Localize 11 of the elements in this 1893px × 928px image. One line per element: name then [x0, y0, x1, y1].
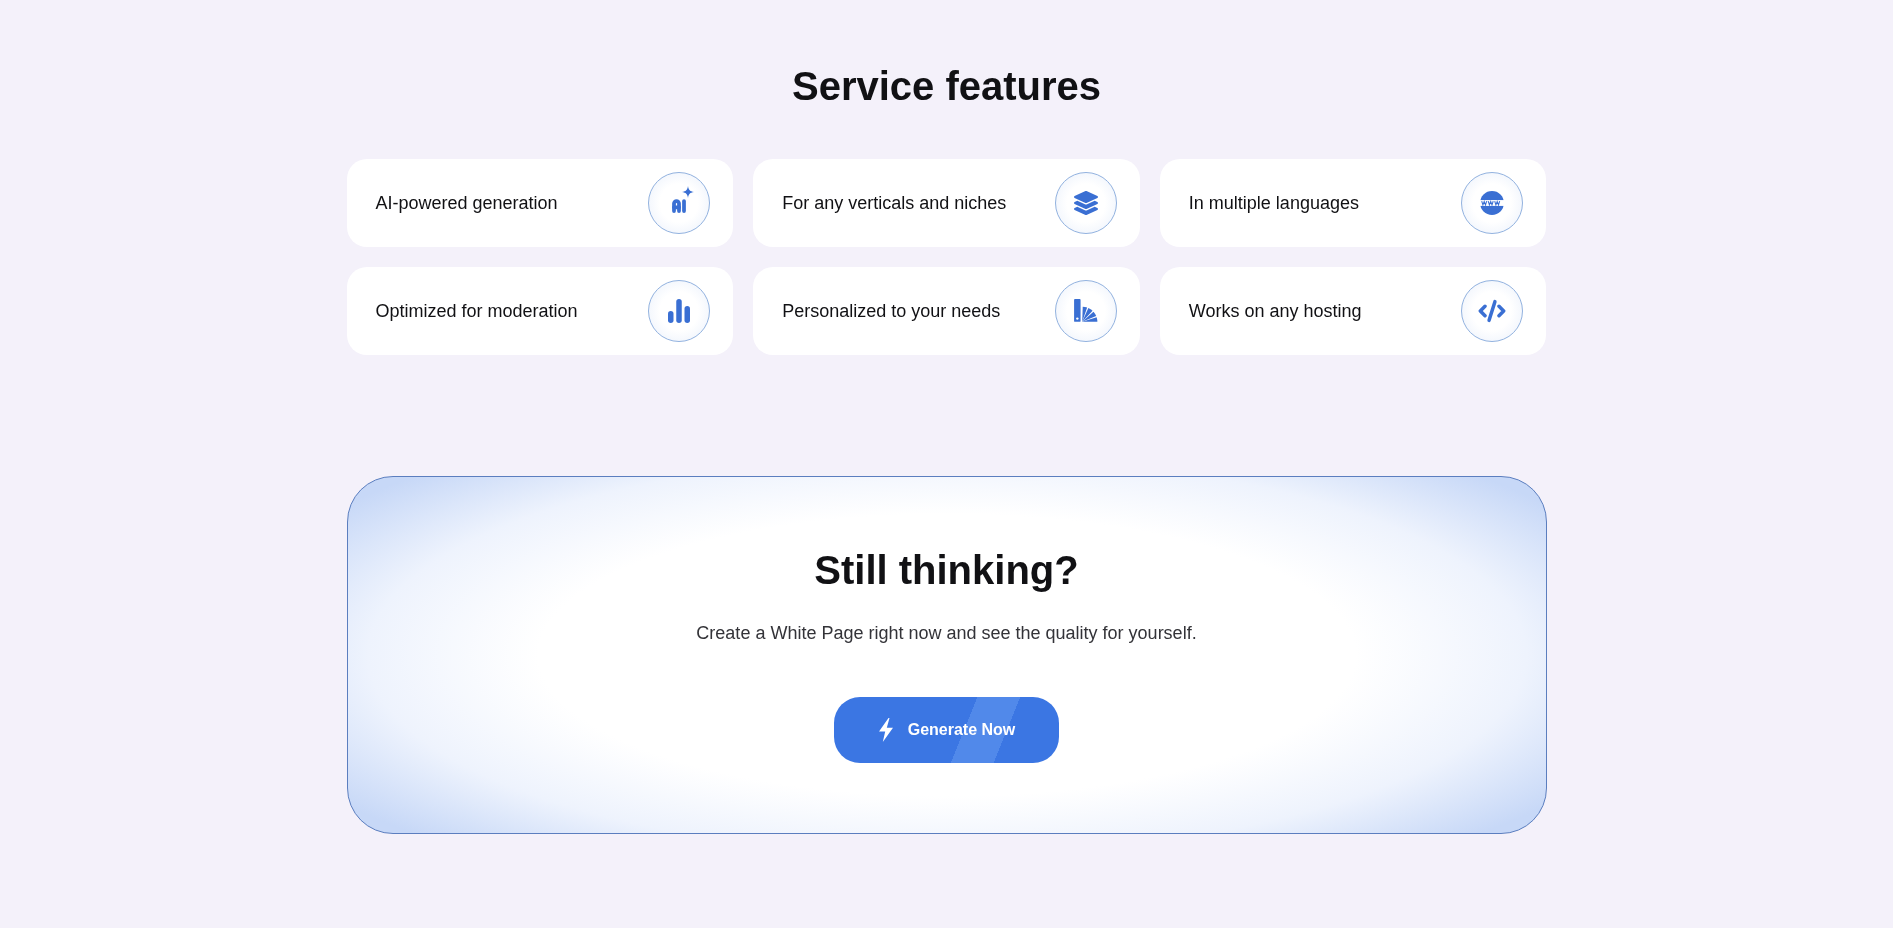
feature-label: Optimized for moderation	[375, 300, 578, 323]
feature-label: Personalized to your needs	[782, 300, 1001, 323]
feature-label: For any verticals and niches	[782, 192, 1007, 215]
section-title: Service features	[791, 63, 1102, 110]
feature-label: Works on any hosting	[1188, 300, 1362, 323]
lightning-icon	[877, 718, 894, 742]
cta-title: Still thinking?	[814, 547, 1079, 594]
feature-label: In multiple languages	[1188, 192, 1359, 215]
cta-text: Create a White Page right now and see the quality for yourself.	[696, 622, 1197, 645]
feature-label: AI-powered generation	[375, 192, 558, 215]
generate-button[interactable]: Generate Now	[834, 697, 1059, 763]
